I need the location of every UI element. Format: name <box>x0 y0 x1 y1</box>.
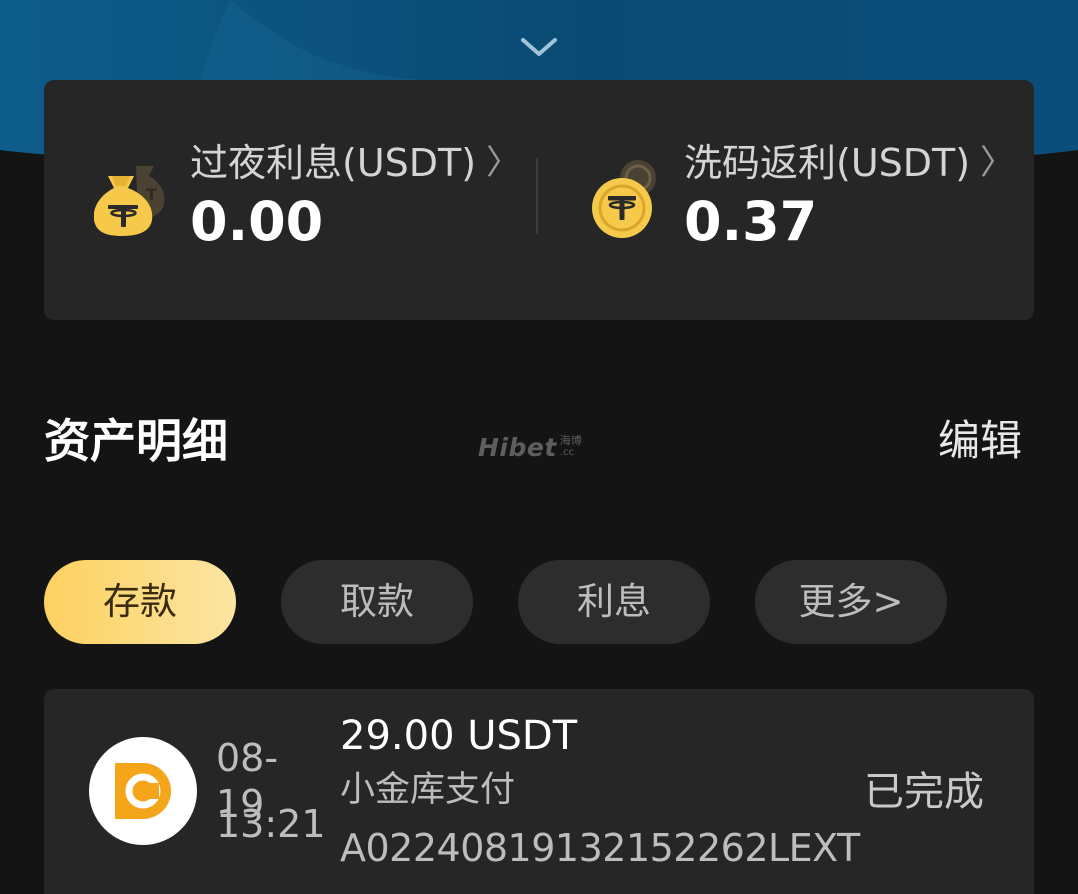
tab-withdraw[interactable]: 取款 <box>281 560 473 644</box>
wallet-c-logo-icon <box>89 737 197 845</box>
overnight-interest-value: 0.00 <box>190 190 324 253</box>
transaction-record[interactable]: 08-19 13:21 29.00 USDT 小金库支付 A0224081913… <box>44 689 1034 894</box>
tab-interest[interactable]: 利息 <box>518 560 710 644</box>
record-order-id: A02240819132152262LEXT <box>340 826 860 870</box>
overnight-interest-item[interactable]: T 过夜利息(USDT) 〉 0.00 <box>44 80 520 320</box>
section-title: 资产明细 <box>44 414 228 468</box>
tab-deposit[interactable]: 存款 <box>44 560 236 644</box>
money-bag-usdt-icon: T <box>94 166 165 236</box>
chevron-right-icon: 〉 <box>980 143 1015 183</box>
rebate-item[interactable]: 洗码返利(USDT) 〉 0.37 <box>538 80 1014 320</box>
svg-text:T: T <box>146 185 157 204</box>
brand-watermark: Hibet 海博 .cc <box>478 432 582 462</box>
record-time: 13:21 <box>216 802 326 846</box>
chevron-right-icon: 〉 <box>486 143 521 183</box>
rebate-value: 0.37 <box>684 190 818 253</box>
tab-more[interactable]: 更多> <box>755 560 947 644</box>
asset-page: T 过夜利息(USDT) 〉 0.00 洗码返利(USDT) 〉 0.37 资产… <box>0 0 1078 894</box>
rebate-label: 洗码返利(USDT) 〉 <box>684 138 1014 188</box>
record-amount: 29.00 USDT <box>340 713 578 759</box>
usdt-coin-icon <box>592 160 656 238</box>
edit-button[interactable]: 编辑 <box>938 412 1022 470</box>
record-status: 已完成 <box>864 769 984 815</box>
overnight-interest-label: 过夜利息(USDT) 〉 <box>190 138 520 188</box>
summary-card: T 过夜利息(USDT) 〉 0.00 洗码返利(USDT) 〉 0.37 <box>44 80 1034 320</box>
collapse-chevron-icon[interactable] <box>517 32 561 62</box>
record-payment-method: 小金库支付 <box>340 770 516 810</box>
